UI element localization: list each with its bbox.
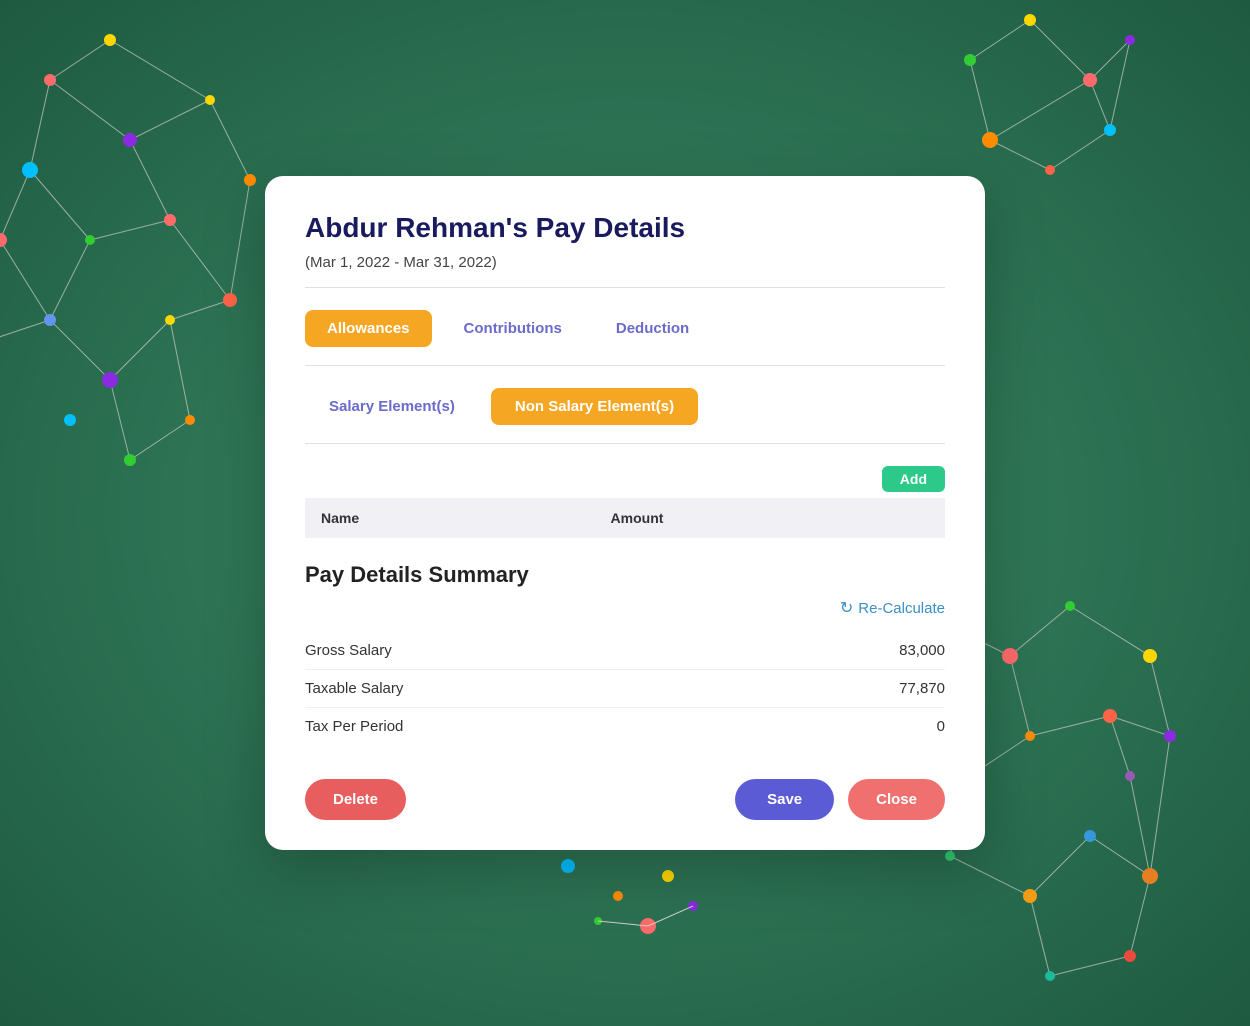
summary-row-tax: Tax Per Period 0 (305, 708, 945, 745)
summary-section: Pay Details Summary ↻ Re-Calculate Gross… (305, 562, 945, 745)
recalculate-row: ↻ Re-Calculate (305, 598, 945, 618)
main-tabs: Allowances Contributions Deduction (305, 310, 945, 366)
pay-details-modal: Abdur Rehman's Pay Details (Mar 1, 2022 … (265, 176, 985, 850)
gross-salary-amount: 83,000 (899, 642, 945, 659)
tax-per-period-amount: 0 (937, 718, 945, 735)
recalculate-button[interactable]: ↻ Re-Calculate (840, 598, 945, 618)
tab-deduction[interactable]: Deduction (594, 310, 711, 347)
taxable-salary-amount: 77,870 (899, 680, 945, 697)
right-footer-buttons: Save Close (735, 779, 945, 820)
summary-row-taxable: Taxable Salary 77,870 (305, 670, 945, 708)
table-header-row: Name Amount (305, 498, 945, 538)
sub-tab-salary[interactable]: Salary Element(s) (305, 388, 479, 425)
add-btn-row: Add (305, 466, 945, 492)
gross-salary-label: Gross Salary (305, 642, 392, 659)
table-section: Add Name Amount (305, 466, 945, 538)
sub-tabs: Salary Element(s) Non Salary Element(s) (305, 388, 945, 444)
sub-tab-non-salary[interactable]: Non Salary Element(s) (491, 388, 698, 425)
taxable-salary-label: Taxable Salary (305, 680, 403, 697)
footer-buttons: Delete Save Close (305, 773, 945, 820)
summary-title: Pay Details Summary (305, 562, 945, 588)
tab-allowances[interactable]: Allowances (305, 310, 432, 347)
data-table: Name Amount (305, 498, 945, 538)
modal-title: Abdur Rehman's Pay Details (305, 212, 945, 244)
save-button[interactable]: Save (735, 779, 834, 820)
delete-button[interactable]: Delete (305, 779, 406, 820)
modal-overlay: Abdur Rehman's Pay Details (Mar 1, 2022 … (0, 0, 1250, 1026)
add-button[interactable]: Add (882, 466, 945, 492)
date-range: (Mar 1, 2022 - Mar 31, 2022) (305, 254, 945, 288)
col-name: Name (305, 498, 595, 538)
recalculate-label: Re-Calculate (858, 600, 945, 617)
summary-row-gross: Gross Salary 83,000 (305, 632, 945, 670)
recalculate-icon: ↻ (840, 598, 853, 618)
tax-per-period-label: Tax Per Period (305, 718, 403, 735)
close-button[interactable]: Close (848, 779, 945, 820)
tab-contributions[interactable]: Contributions (442, 310, 584, 347)
col-amount: Amount (595, 498, 945, 538)
